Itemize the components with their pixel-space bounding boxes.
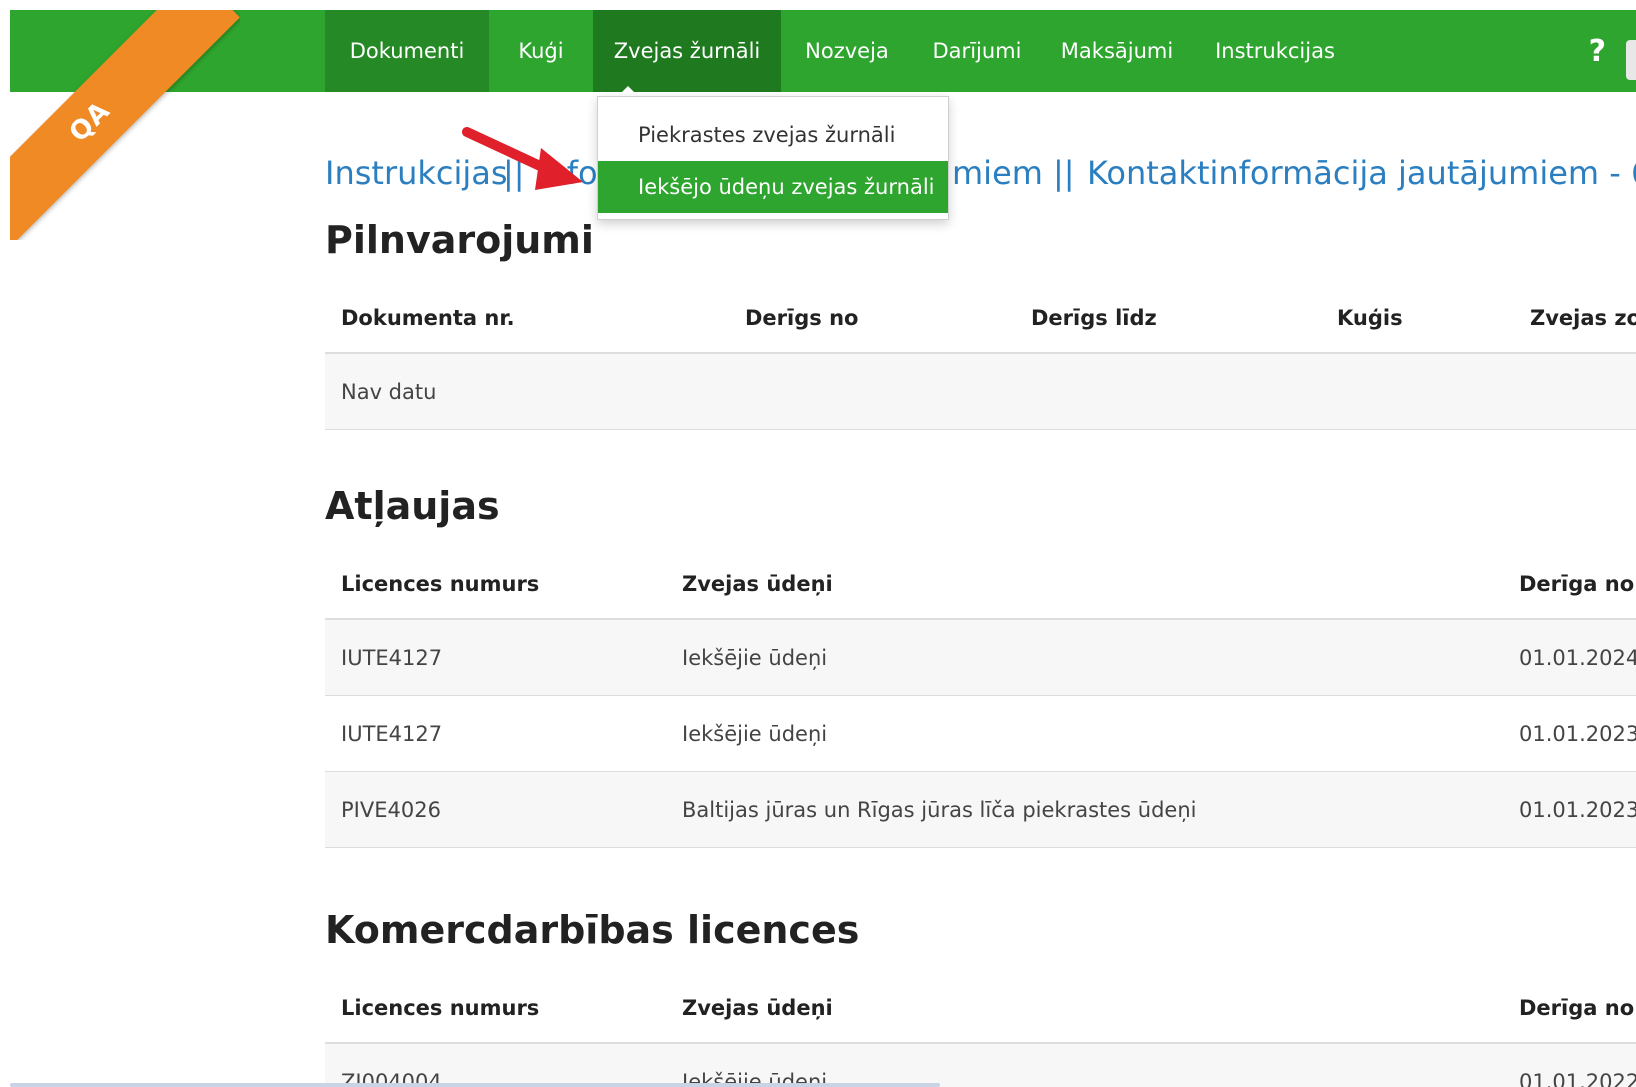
cell-fishing-waters: Baltijas jūras un Rīgas jūras līča piekr… xyxy=(682,798,1197,822)
top-navbar: Dokumenti Kuģi Zvejas žurnāli Nozveja Da… xyxy=(10,10,1636,92)
table-row[interactable]: IUTE4127 Iekšējie ūdeņi 01.01.2024 xyxy=(325,620,1636,696)
table-row[interactable]: IUTE4127 Iekšējie ūdeņi 01.01.2023 xyxy=(325,696,1636,772)
cell-valid-from: 01.01.2023 xyxy=(1519,722,1636,746)
column-header: Derīgs no xyxy=(745,306,859,330)
cell-licence-number: IUTE4127 xyxy=(341,722,443,746)
zvejas-zurnali-dropdown: Piekrastes zvejas žurnāli Iekšējo ūdeņu … xyxy=(597,96,949,220)
link-kontaktinformacija[interactable]: Kontaktinformācija jautājumiem - 6702 xyxy=(1087,154,1636,192)
empty-table-text: Nav datu xyxy=(341,380,437,404)
atlaujas-table: Licences numurs Zvejas ūdeņi Derīga no I… xyxy=(325,548,1636,848)
page: Dokumenti Kuģi Zvejas žurnāli Nozveja Da… xyxy=(0,0,1636,1087)
navbar-edge-control[interactable] xyxy=(1626,40,1636,80)
cell-fishing-waters: Iekšējie ūdeņi xyxy=(682,722,828,746)
table-row[interactable]: PIVE4026 Baltijas jūras un Rīgas jūras l… xyxy=(325,772,1636,848)
cell-valid-from: 01.01.2024 xyxy=(1519,646,1636,670)
table-row[interactable]: ZI004004 Iekšējie ūdeņi 01.01.2022 xyxy=(325,1044,1636,1087)
column-header: Derīgs līdz xyxy=(1031,306,1157,330)
column-header: Dokumenta nr. xyxy=(341,306,515,330)
section-title-atlaujas: Atļaujas xyxy=(325,484,500,528)
qa-ribbon-label: QA xyxy=(63,95,117,149)
horizontal-scrollbar[interactable] xyxy=(10,1083,940,1087)
dropdown-caret xyxy=(618,86,638,96)
table-header: Licences numurs Zvejas ūdeņi Derīga no xyxy=(325,972,1636,1044)
cell-licence-number: IUTE4127 xyxy=(341,646,443,670)
link-separator: || xyxy=(1053,154,1075,192)
table-header: Dokumenta nr. Derīgs no Derīgs līdz Kuģi… xyxy=(325,282,1636,354)
table-header: Licences numurs Zvejas ūdeņi Derīga no xyxy=(325,548,1636,620)
cell-fishing-waters: Iekšējie ūdeņi xyxy=(682,1070,828,1087)
column-header: Licences numurs xyxy=(341,572,540,596)
cell-fishing-waters: Iekšējie ūdeņi xyxy=(682,646,828,670)
column-header: Licences numurs xyxy=(341,996,540,1020)
red-arrow-annotation xyxy=(462,127,583,190)
cell-valid-from: 01.01.2023 xyxy=(1519,798,1636,822)
dropdown-item-piekrastes-zvejas-zurnali[interactable]: Piekrastes zvejas žurnāli xyxy=(598,109,948,161)
cell-valid-from: 01.01.2022 xyxy=(1519,1070,1636,1087)
section-title-komercdarbibas-licences: Komercdarbības licences xyxy=(325,908,860,952)
nav-item-zvejas-zurnali[interactable]: Zvejas žurnāli xyxy=(593,10,781,92)
column-header: Derīga no xyxy=(1519,996,1635,1020)
nav-item-nozveja[interactable]: Nozveja xyxy=(781,10,913,92)
nav-item-instrukcijas[interactable]: Instrukcijas xyxy=(1193,10,1357,92)
nav-item-dokumenti[interactable]: Dokumenti xyxy=(325,10,489,92)
komercdarbibas-licences-table: Licences numurs Zvejas ūdeņi Derīga no Z… xyxy=(325,972,1636,1087)
nav-item-darijumi[interactable]: Darījumi xyxy=(913,10,1041,92)
section-title-pilnvarojumi: Pilnvarojumi xyxy=(325,218,594,262)
column-header: Zvejas ūdeņi xyxy=(682,572,833,596)
table-row: Nav datu xyxy=(325,354,1636,430)
nav-item-kugi[interactable]: Kuģi xyxy=(489,10,593,92)
cell-licence-number: PIVE4026 xyxy=(341,798,441,822)
nav-item-maksajumi[interactable]: Maksājumi xyxy=(1041,10,1193,92)
cell-licence-number: ZI004004 xyxy=(341,1070,442,1087)
pilnvarojumi-table: Dokumenta nr. Derīgs no Derīgs līdz Kuģi… xyxy=(325,282,1636,430)
column-header: Zvejas zon xyxy=(1530,306,1636,330)
help-icon[interactable]: ? xyxy=(1589,10,1606,92)
link-fragment[interactable]: miem xyxy=(952,154,1043,192)
column-header: Zvejas ūdeņi xyxy=(682,996,833,1020)
column-header: Derīga no xyxy=(1519,572,1635,596)
dropdown-item-iekstejo-udenu-zvejas-zurnali[interactable]: Iekšējo ūdeņu zvejas žurnāli xyxy=(598,161,948,213)
column-header: Kuģis xyxy=(1337,306,1403,330)
